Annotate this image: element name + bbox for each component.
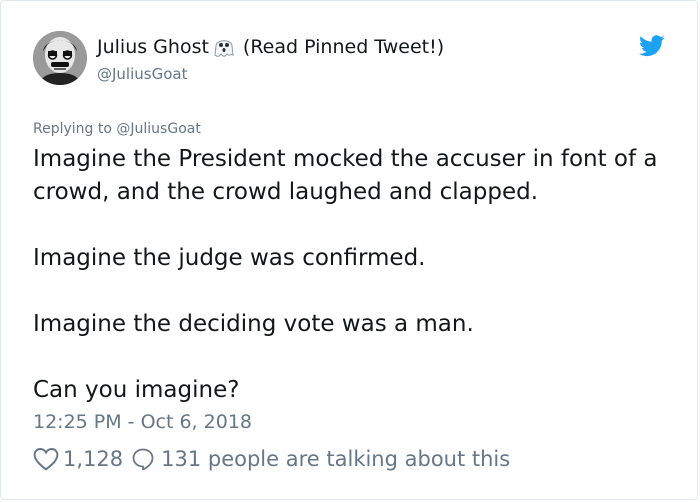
tweet-paragraph: Imagine the President mocked the accuser… bbox=[33, 146, 658, 205]
conversation-button[interactable]: 131 people are talking about this bbox=[131, 447, 510, 471]
display-name[interactable]: Julius Ghost bbox=[97, 36, 209, 58]
tweet-text: Imagine the President mocked the accuser… bbox=[33, 143, 673, 407]
avatar-portrait-icon bbox=[33, 31, 87, 85]
tweet-timestamp[interactable]: 12:25 PM - Oct 6, 2018 bbox=[33, 411, 252, 433]
like-count: 1,128 bbox=[63, 447, 124, 471]
replying-to: Replying to @JuliusGoat bbox=[33, 121, 201, 137]
tweet-paragraph: Imagine the deciding vote was a man. bbox=[33, 311, 474, 337]
tweet-paragraph: Can you imagine? bbox=[33, 377, 240, 403]
speech-bubble-icon bbox=[131, 447, 155, 471]
display-row: Julius Ghost (Read Pinned Tweet!) bbox=[97, 35, 444, 59]
ghost-emoji-icon bbox=[213, 35, 235, 59]
heart-icon bbox=[33, 447, 59, 471]
twitter-bird-icon[interactable] bbox=[638, 35, 665, 57]
avatar[interactable] bbox=[33, 31, 87, 85]
like-button[interactable]: 1,128 bbox=[33, 447, 131, 471]
tweet-header: Julius Ghost (Read Pinned Tweet!) @Juliu… bbox=[33, 31, 673, 91]
reply-target-link[interactable]: @JuliusGoat bbox=[116, 121, 200, 137]
tweet-card: Julius Ghost (Read Pinned Tweet!) @Juliu… bbox=[0, 0, 698, 500]
author-names: Julius Ghost (Read Pinned Tweet!) @Juliu… bbox=[97, 35, 444, 83]
tweet-actions: 1,128 131 people are talking about this bbox=[33, 447, 510, 471]
pinned-note: (Read Pinned Tweet!) bbox=[242, 36, 445, 58]
talking-count-text: 131 people are talking about this bbox=[161, 447, 511, 471]
tweet-paragraph: Imagine the judge was confirmed. bbox=[33, 245, 426, 271]
author-handle[interactable]: @JuliusGoat bbox=[97, 65, 444, 83]
replying-prefix: Replying to bbox=[33, 121, 112, 137]
